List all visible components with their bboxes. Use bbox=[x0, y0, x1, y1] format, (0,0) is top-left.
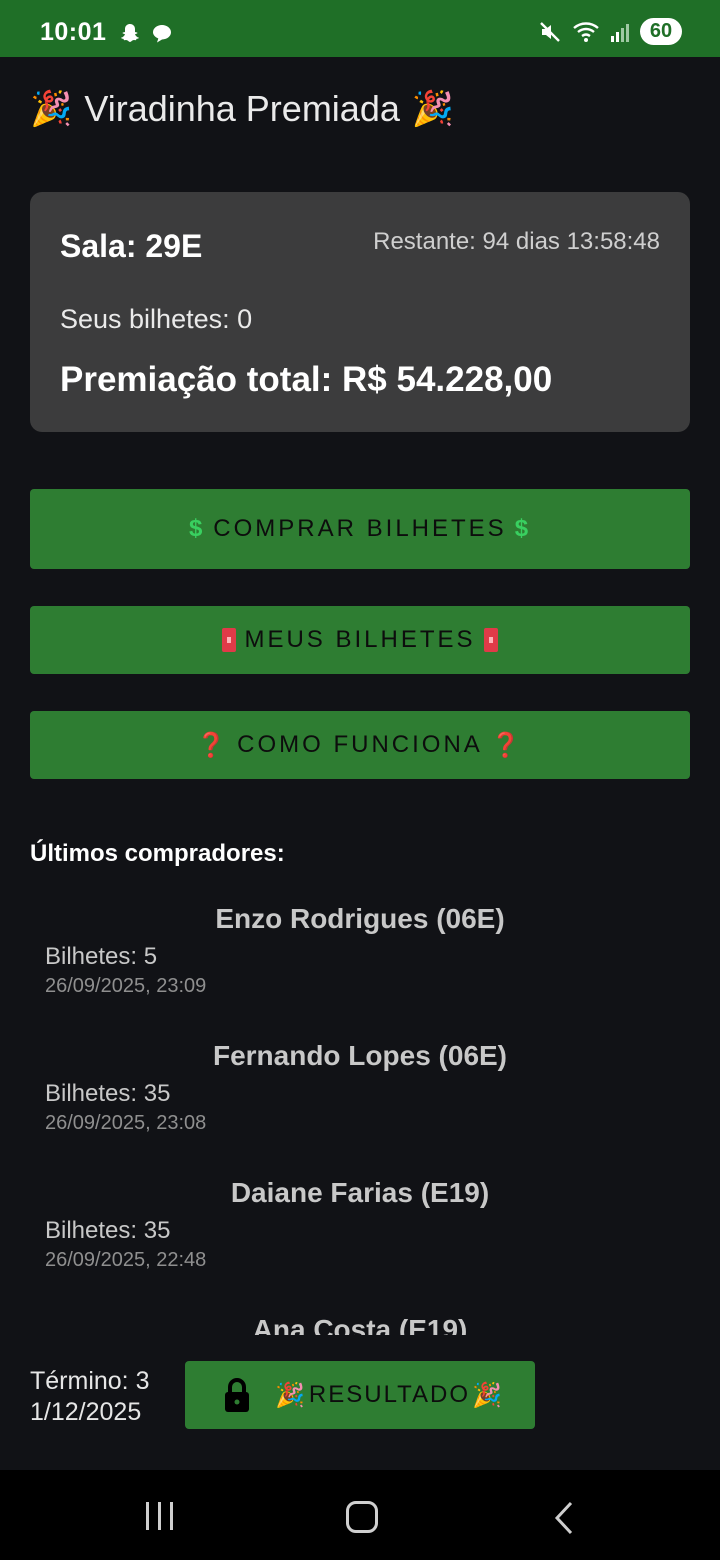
dollar-icon: $ bbox=[514, 515, 532, 542]
app-title: Viradinha Premiada bbox=[84, 88, 400, 129]
question-mark-icon: ❓ bbox=[490, 731, 524, 759]
back-icon[interactable] bbox=[553, 1501, 575, 1535]
buy-tickets-button[interactable]: $ COMPRAR BILHETES $ bbox=[30, 489, 690, 569]
party-popper-icon: 🎉 bbox=[472, 1381, 504, 1409]
last-buyers-title: Últimos compradores: bbox=[30, 840, 285, 867]
how-it-works-button[interactable]: ❓ COMO FUNCIONA ❓ bbox=[30, 711, 690, 779]
status-left-icons bbox=[118, 22, 174, 46]
result-label-group: 🎉 RESULTADO 🎉 bbox=[275, 1381, 504, 1410]
system-navigation-bar bbox=[0, 1470, 720, 1560]
buyer-name: Enzo Rodrigues (06E) bbox=[215, 903, 505, 934]
lock-icon bbox=[225, 1378, 249, 1412]
list-item: Enzo Rodrigues (06E) Bilhetes: 5 26/09/2… bbox=[30, 895, 690, 1032]
result-label: RESULTADO bbox=[308, 1381, 471, 1408]
signal-icon bbox=[611, 23, 629, 42]
list-item: Fernando Lopes (06E) Bilhetes: 35 26/09/… bbox=[30, 1032, 690, 1169]
home-icon[interactable] bbox=[346, 1501, 378, 1533]
recent-apps-icon[interactable] bbox=[146, 1502, 173, 1530]
status-bar: 10:01 60 bbox=[0, 0, 720, 57]
ticket-icon bbox=[483, 628, 498, 652]
ticket-icon bbox=[222, 628, 237, 652]
dollar-icon: $ bbox=[188, 515, 206, 542]
question-mark-icon: ❓ bbox=[196, 731, 230, 759]
how-it-works-label: COMO FUNCIONA bbox=[237, 731, 483, 758]
result-button[interactable]: 🎉 RESULTADO 🎉 bbox=[185, 1361, 535, 1429]
wifi-icon bbox=[573, 21, 599, 42]
status-time: 10:01 bbox=[40, 18, 107, 46]
buyer-tickets: Bilhetes: 35 bbox=[45, 1217, 171, 1244]
status-right-icons: 60 bbox=[538, 18, 682, 45]
list-item: Daiane Farias (E19) Bilhetes: 35 26/09/2… bbox=[30, 1169, 690, 1306]
battery-indicator: 60 bbox=[640, 18, 682, 45]
total-prize: Premiação total: R$ 54.228,00 bbox=[60, 360, 553, 399]
buyer-date: 26/09/2025, 22:48 bbox=[45, 1249, 207, 1271]
mute-icon bbox=[540, 21, 560, 42]
party-popper-icon: 🎉 bbox=[30, 90, 73, 128]
my-tickets-label: MEUS BILHETES bbox=[244, 626, 476, 653]
buyer-name: Ana Costa (E19) bbox=[252, 1314, 468, 1335]
buyer-date: 26/09/2025, 23:09 bbox=[45, 975, 207, 997]
my-tickets-count: Seus bilhetes: 0 bbox=[60, 304, 253, 334]
party-popper-icon: 🎉 bbox=[411, 90, 455, 128]
party-popper-icon: 🎉 bbox=[275, 1381, 307, 1409]
time-remaining: Restante: 94 dias 13:58:48 bbox=[373, 228, 660, 255]
buyer-tickets: Bilhetes: 35 bbox=[45, 1080, 171, 1107]
room-label: Sala: 29E bbox=[60, 228, 203, 264]
my-tickets-button[interactable]: MEUS BILHETES bbox=[30, 606, 690, 674]
end-date: Término: 3 1/12/2025 bbox=[30, 1366, 180, 1428]
room-info-card: Sala: 29E Restante: 94 dias 13:58:48 Seu… bbox=[30, 192, 690, 432]
buyer-date: 26/09/2025, 23:08 bbox=[45, 1112, 207, 1134]
buyer-name: Fernando Lopes (06E) bbox=[212, 1040, 508, 1071]
buyer-name: Daiane Farias (E19) bbox=[230, 1177, 490, 1208]
buy-tickets-label: COMPRAR BILHETES bbox=[213, 515, 507, 542]
end-date-line2: 1/12/2025 bbox=[30, 1398, 142, 1426]
buyers-list[interactable]: Enzo Rodrigues (06E) Bilhetes: 5 26/09/2… bbox=[30, 895, 690, 1335]
app-header: 🎉 Viradinha Premiada 🎉 bbox=[30, 88, 454, 130]
list-item: Ana Costa (E19) bbox=[30, 1306, 690, 1335]
buyer-tickets: Bilhetes: 5 bbox=[45, 943, 158, 970]
snapchat-icon bbox=[121, 24, 139, 42]
end-date-line1: Término: 3 bbox=[30, 1367, 150, 1395]
chat-icon bbox=[153, 25, 171, 43]
